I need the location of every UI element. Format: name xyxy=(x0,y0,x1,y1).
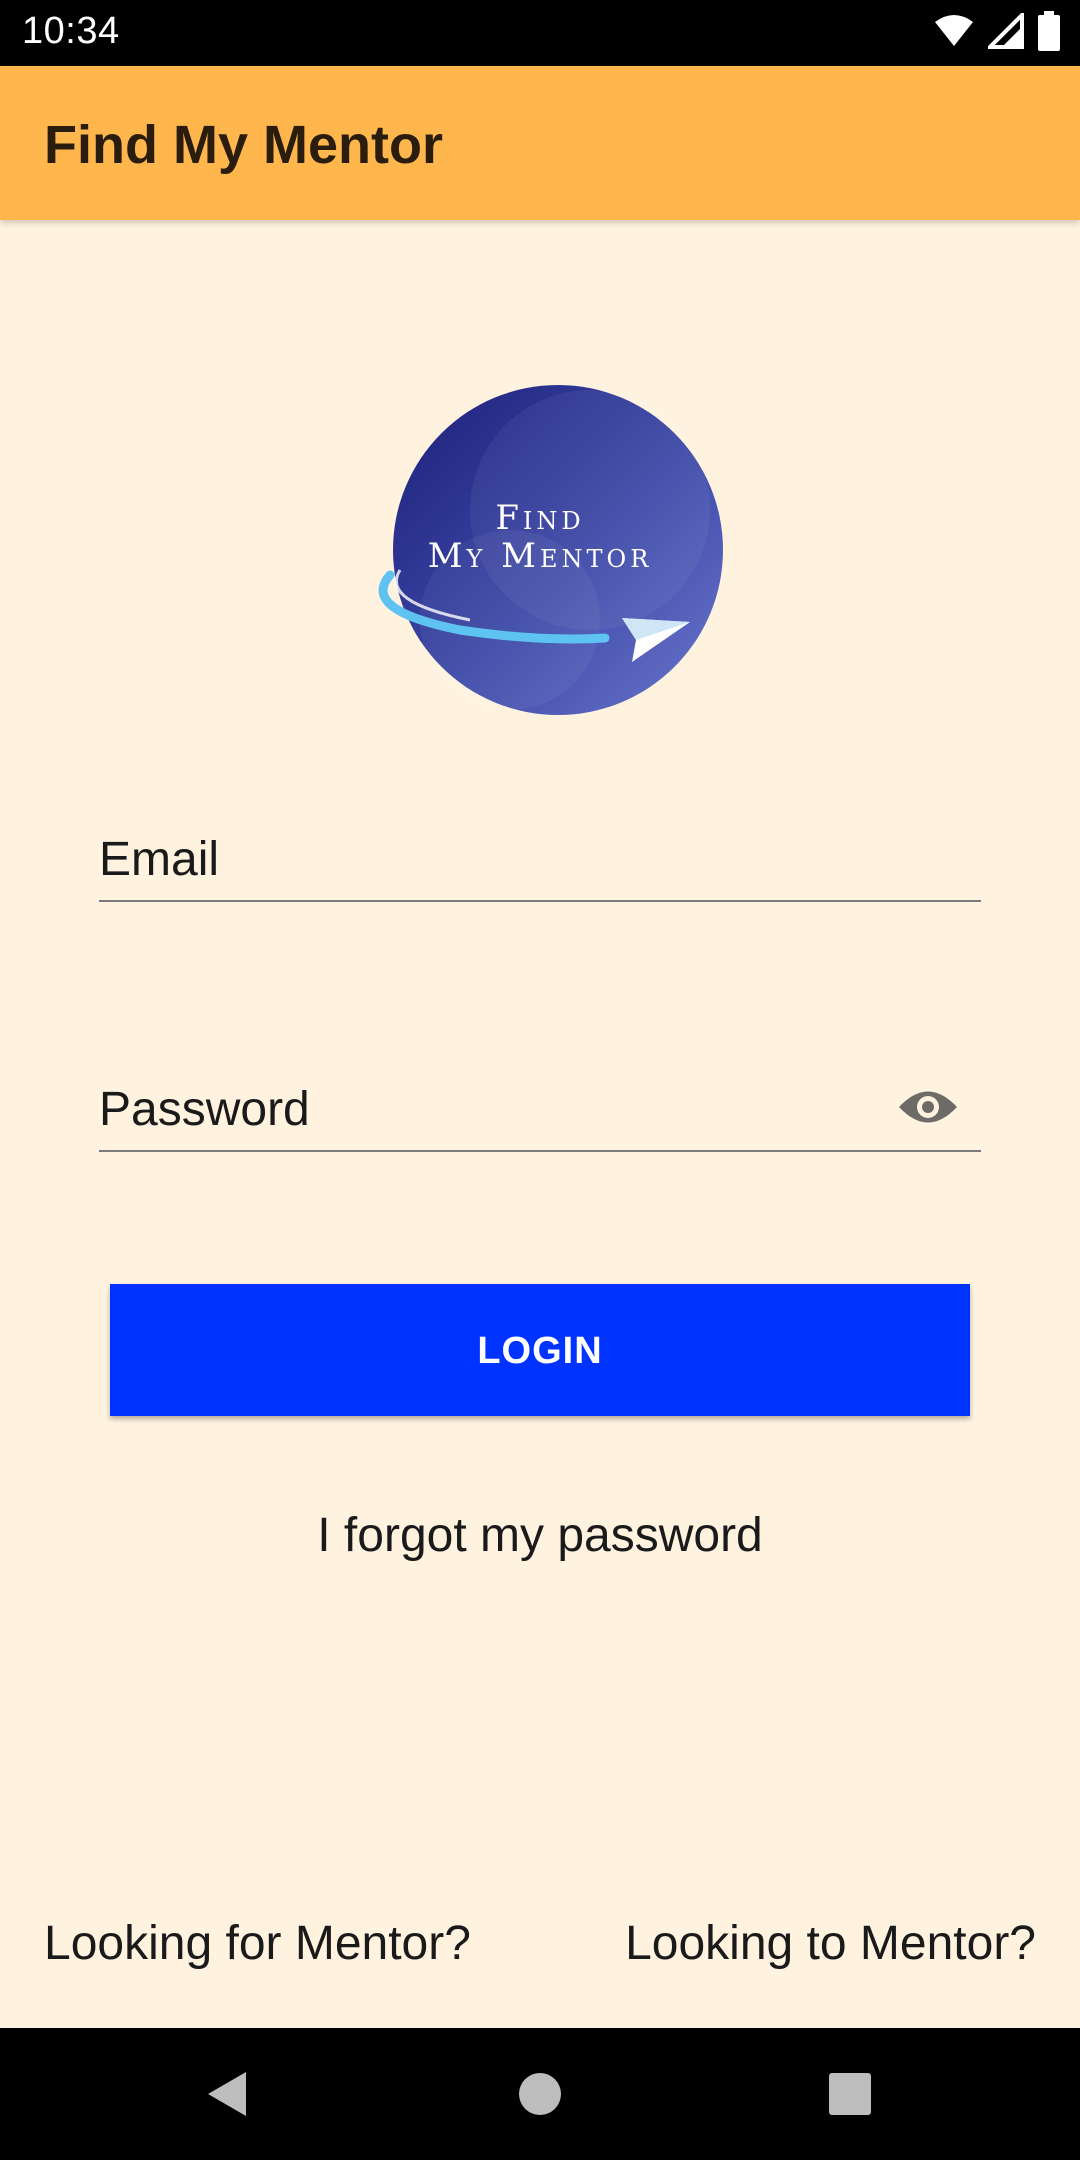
login-screen: 10:34 Find My Mentor Find My Mentor Emai… xyxy=(0,0,1080,2160)
forgot-password-link[interactable]: I forgot my password xyxy=(0,1508,1080,1563)
cell-signal-icon xyxy=(985,9,1024,54)
looking-for-mentor-link[interactable]: Looking for Mentor? xyxy=(44,1916,471,1971)
home-icon[interactable] xyxy=(474,2028,606,2160)
system-nav-bar xyxy=(0,2028,1080,2160)
app-bar: Find My Mentor xyxy=(0,66,1080,220)
logo-text-line2: My Mentor xyxy=(427,536,653,576)
wifi-icon xyxy=(934,14,974,53)
back-icon[interactable] xyxy=(160,2028,292,2160)
status-time: 10:34 xyxy=(22,10,120,52)
email-label: Email xyxy=(99,833,220,886)
status-icons xyxy=(934,9,1060,56)
eye-icon[interactable] xyxy=(897,1086,959,1133)
password-field[interactable]: Password xyxy=(99,1066,981,1152)
login-button[interactable]: LOGIN xyxy=(110,1284,970,1416)
recents-icon[interactable] xyxy=(784,2028,916,2160)
looking-to-mentor-link[interactable]: Looking to Mentor? xyxy=(625,1916,1036,1971)
battery-icon xyxy=(1038,10,1060,56)
email-field[interactable]: Email xyxy=(99,820,981,902)
app-logo: Find My Mentor xyxy=(340,370,740,730)
password-label: Password xyxy=(99,1083,310,1136)
status-bar: 10:34 xyxy=(0,0,1080,66)
app-title: Find My Mentor xyxy=(44,115,443,175)
logo-text-line1: Find xyxy=(495,498,585,538)
